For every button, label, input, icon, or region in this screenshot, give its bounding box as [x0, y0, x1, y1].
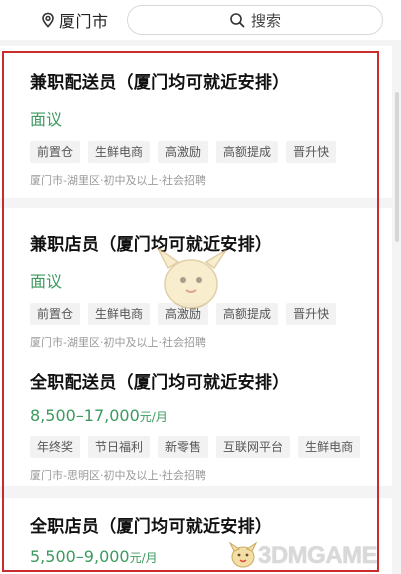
location-pin-icon — [40, 12, 56, 28]
job-tag: 生鲜电商 — [88, 141, 151, 163]
job-tag: 晋升快 — [286, 303, 337, 325]
job-meta: 厦门市-思明区·初中及以上·社会招聘 — [30, 469, 206, 482]
job-tag: 生鲜电商 — [298, 436, 361, 458]
job-title: 全职店员（厦门均可就近安排） — [30, 517, 273, 537]
salary-unit: 元/月 — [139, 410, 168, 424]
top-bar: 厦门市 搜索 — [0, 0, 401, 40]
job-card[interactable]: 全职配送员（厦门均可就近安排） 8,500–17,000元/月 年终奖 节日福利… — [0, 354, 392, 486]
job-tag: 前置仓 — [30, 303, 81, 325]
job-meta: 厦门市-湖里区·初中及以上·社会招聘 — [30, 336, 206, 349]
city-label: 厦门市 — [59, 12, 109, 31]
job-tag: 晋升快 — [286, 141, 337, 163]
salary-value: 8,500–17,000 — [30, 406, 140, 425]
job-tag: 新零售 — [158, 436, 209, 458]
search-input[interactable]: 搜索 — [127, 5, 383, 35]
job-tag: 年终奖 — [30, 436, 81, 458]
watermark-logo-icon — [228, 540, 258, 570]
job-tag: 前置仓 — [30, 141, 81, 163]
job-title: 全职配送员（厦门均可就近安排） — [30, 373, 290, 393]
job-tag: 高额提成 — [216, 141, 279, 163]
salary-value: 5,500–9,000 — [30, 547, 130, 566]
salary-unit: 元/月 — [129, 551, 158, 565]
job-tags: 年终奖 节日福利 新零售 互联网平台 生鲜电商 — [30, 436, 392, 458]
watermark-text: 3DMGAME — [258, 542, 378, 569]
job-meta: 厦门市-湖里区·初中及以上·社会招聘 — [30, 174, 206, 187]
salary-value: 面议 — [30, 272, 63, 291]
job-tag: 节日福利 — [88, 436, 151, 458]
city-selector[interactable]: 厦门市 — [40, 6, 109, 34]
salary-value: 面议 — [30, 110, 63, 129]
mascot-watermark-icon — [150, 238, 232, 320]
search-placeholder: 搜索 — [250, 11, 281, 30]
job-tag: 生鲜电商 — [88, 303, 151, 325]
job-salary: 面议 — [30, 106, 392, 130]
job-tag: 互联网平台 — [216, 436, 291, 458]
search-icon — [229, 12, 245, 28]
job-tags: 前置仓 生鲜电商 高激励 高额提成 晋升快 — [30, 141, 392, 163]
scrollbar[interactable] — [395, 92, 399, 242]
job-title: 兼职配送员（厦门均可就近安排） — [30, 73, 290, 93]
job-card[interactable]: 兼职配送员（厦门均可就近安排） 面议 前置仓 生鲜电商 高激励 高额提成 晋升快… — [0, 46, 392, 198]
job-salary: 8,500–17,000元/月 — [30, 406, 392, 425]
job-tag: 高激励 — [158, 141, 209, 163]
